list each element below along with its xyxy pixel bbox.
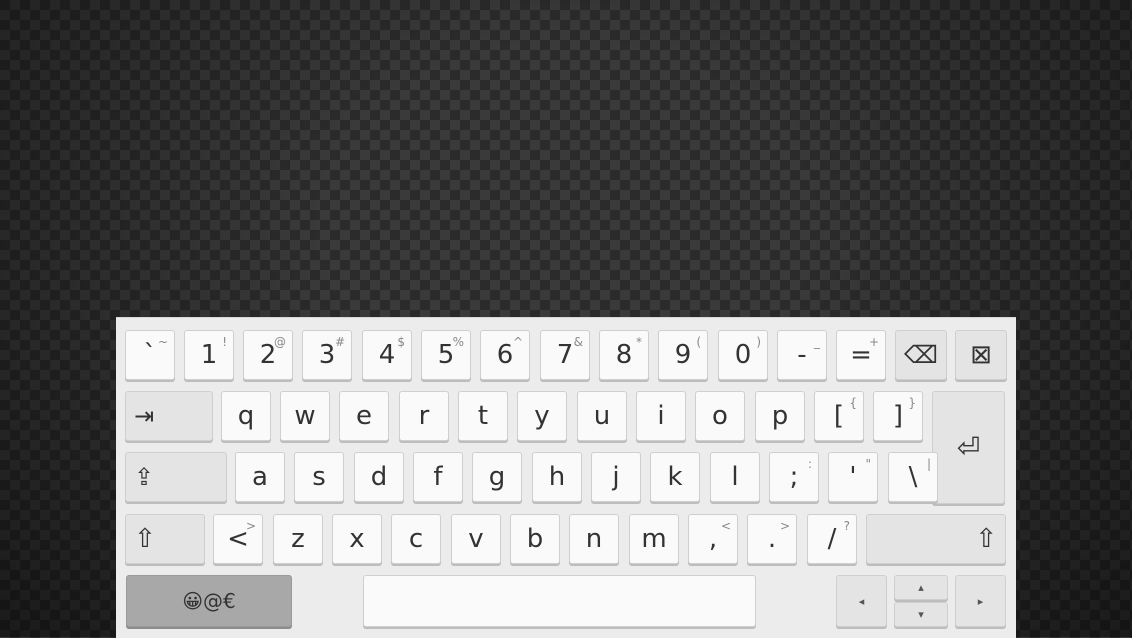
key-8[interactable]: 8 * <box>599 330 649 380</box>
key-semicolon[interactable]: ; : <box>769 452 819 502</box>
key-o[interactable]: o <box>695 391 745 441</box>
key-h[interactable]: h <box>532 452 582 502</box>
key-comma[interactable]: , < <box>688 514 738 564</box>
key-5[interactable]: 5 % <box>421 330 471 380</box>
key-q[interactable]: q <box>221 391 271 441</box>
key-m[interactable]: m <box>629 514 679 564</box>
key-x[interactable]: x <box>332 514 382 564</box>
shift-icon: ⇧ <box>975 524 997 554</box>
key-w[interactable]: w <box>280 391 330 441</box>
key-e[interactable]: e <box>339 391 389 441</box>
key-left-bracket[interactable]: [ { <box>814 391 864 441</box>
arrow-up-icon: ▴ <box>918 581 924 594</box>
key-0[interactable]: 0 ) <box>718 330 768 380</box>
key-i[interactable]: i <box>636 391 686 441</box>
key-period[interactable]: . > <box>747 514 797 564</box>
key-p[interactable]: p <box>755 391 805 441</box>
key-r[interactable]: r <box>399 391 449 441</box>
tab-key[interactable]: ⇥ <box>125 391 213 441</box>
key-a[interactable]: a <box>235 452 285 502</box>
key-d[interactable]: d <box>354 452 404 502</box>
key-y[interactable]: y <box>517 391 567 441</box>
key-less-than[interactable]: < > <box>213 514 263 564</box>
key-t[interactable]: t <box>458 391 508 441</box>
shift-icon: ⇧ <box>134 524 156 554</box>
key-j[interactable]: j <box>591 452 641 502</box>
key-b[interactable]: b <box>510 514 560 564</box>
backspace-icon: ⌫ <box>904 341 938 369</box>
key-slash[interactable]: / ? <box>807 514 857 564</box>
enter-icon: ⏎ <box>956 431 981 464</box>
key-6[interactable]: 6 ^ <box>480 330 530 380</box>
key-equals[interactable]: = + <box>836 330 886 380</box>
key-right-bracket[interactable]: ] } <box>873 391 923 441</box>
right-shift-key[interactable]: ⇧ <box>866 514 1006 564</box>
key-k[interactable]: k <box>650 452 700 502</box>
key-u[interactable]: u <box>577 391 627 441</box>
arrow-right-key[interactable]: ▸ <box>955 575 1006 627</box>
caps-lock-key[interactable]: ⇪ <box>125 452 227 502</box>
key-quote[interactable]: ' " <box>828 452 878 502</box>
close-keyboard-key[interactable]: ⊠ <box>955 330 1007 380</box>
key-z[interactable]: z <box>273 514 323 564</box>
key-4[interactable]: 4 $ <box>362 330 412 380</box>
arrow-left-key[interactable]: ◂ <box>836 575 887 627</box>
close-icon: ⊠ <box>970 340 992 370</box>
arrow-down-icon: ▾ <box>918 608 924 621</box>
key-c[interactable]: c <box>391 514 441 564</box>
key-backslash[interactable]: \ | <box>888 452 938 502</box>
key-3[interactable]: 3 # <box>302 330 352 380</box>
key-s[interactable]: s <box>294 452 344 502</box>
on-screen-keyboard: ` ~ 1 ! 2 @ 3 # 4 $ 5 % 6 ^ 7 & 8 * 9 ( … <box>116 317 1016 638</box>
key-v[interactable]: v <box>451 514 501 564</box>
arrow-up-key[interactable]: ▴ <box>894 575 948 600</box>
key-l[interactable]: l <box>710 452 760 502</box>
key-9[interactable]: 9 ( <box>658 330 708 380</box>
backspace-key[interactable]: ⌫ <box>895 330 947 380</box>
emoji-symbols-label: 😀@€ <box>182 589 236 613</box>
emoji-symbols-key[interactable]: 😀@€ <box>126 575 292 627</box>
key-backtick[interactable]: ` ~ <box>125 330 175 380</box>
key-f[interactable]: f <box>413 452 463 502</box>
key-minus[interactable]: - _ <box>777 330 827 380</box>
key-g[interactable]: g <box>472 452 522 502</box>
caps-lock-icon: ⇪ <box>134 463 155 491</box>
space-bar[interactable] <box>363 575 756 627</box>
key-n[interactable]: n <box>569 514 619 564</box>
left-shift-key[interactable]: ⇧ <box>125 514 205 564</box>
tab-icon: ⇥ <box>134 402 155 430</box>
arrow-left-icon: ◂ <box>858 594 865 608</box>
arrow-right-icon: ▸ <box>977 594 984 608</box>
key-2[interactable]: 2 @ <box>243 330 293 380</box>
key-7[interactable]: 7 & <box>540 330 590 380</box>
enter-key[interactable]: ⏎ <box>932 391 1005 504</box>
key-1[interactable]: 1 ! <box>184 330 234 380</box>
arrow-down-key[interactable]: ▾ <box>894 602 948 627</box>
